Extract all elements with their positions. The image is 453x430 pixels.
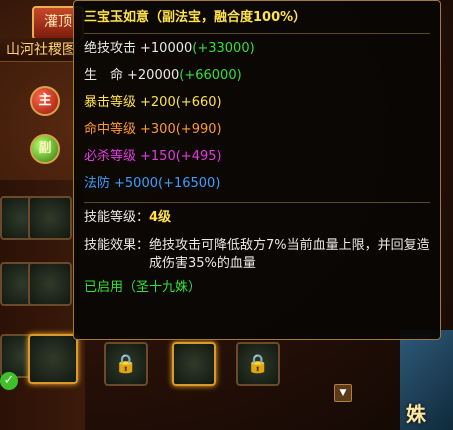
skill-level-row: 技能等级：4级	[84, 209, 430, 227]
stat-bonus: (+33000)	[192, 41, 255, 56]
stat-value: +10000	[140, 41, 193, 56]
stat-value: +300	[140, 122, 176, 137]
treasure-slot-gold[interactable]	[172, 342, 216, 386]
skill-level-label: 技能等级：	[84, 210, 150, 225]
divider	[84, 202, 430, 203]
skill-effect-label: 技能效果：	[84, 238, 150, 253]
locked-slot[interactable]: 🔒	[236, 342, 280, 386]
skill-effect-row: 技能效果： 绝技攻击可降低敌方7%当前血量上限，并回复造成伤害35%的血量	[84, 237, 430, 273]
skill-effect-text: 绝技攻击可降低敌方7%当前血量上限，并回复造成伤害35%的血量	[149, 238, 430, 271]
treasure-slot[interactable]	[28, 196, 72, 240]
stat-bonus: (+16500)	[158, 176, 221, 191]
treasure-tooltip: 三宝玉如意（副法宝，融合度100%） 绝技攻击 +10000(+33000) 生 命…	[73, 0, 441, 340]
stat-bonus: (+495)	[175, 149, 222, 164]
stat-label: 暴击等级	[84, 95, 137, 110]
stat-label: 法防	[84, 176, 111, 191]
main-treasure-orb[interactable]: 主	[30, 86, 60, 116]
skill-level-value: 4级	[149, 210, 172, 225]
tooltip-title: 三宝玉如意（副法宝，融合度100%）	[84, 10, 307, 25]
stat-row: 绝技攻击 +10000(+33000)	[84, 40, 430, 58]
treasure-slot-selected[interactable]	[28, 334, 78, 384]
divider	[84, 33, 430, 34]
enabled-status: 已启用（圣十九姝）	[84, 280, 202, 295]
lock-icon: 🔒	[114, 353, 138, 375]
stats-list: 绝技攻击 +10000(+33000) 生 命 +20000(+66000) 暴击等级 +…	[84, 40, 430, 193]
stat-row: 生 命 +20000(+66000)	[84, 67, 430, 85]
stat-row: 法防 +5000(+16500)	[84, 175, 430, 193]
stat-value: +20000	[127, 68, 180, 83]
stat-bonus: (+660)	[175, 95, 222, 110]
stat-label: 必杀等级	[84, 149, 137, 164]
lock-icon: 🔒	[246, 353, 270, 375]
locked-slot[interactable]: 🔒	[104, 342, 148, 386]
stat-row: 必杀等级 +150(+495)	[84, 148, 430, 166]
scroll-down-button[interactable]: ▼	[334, 384, 352, 402]
stat-bonus: (+66000)	[179, 68, 242, 83]
character-art-label: 姝	[406, 402, 426, 426]
stat-row: 暴击等级 +200(+660)	[84, 94, 430, 112]
stat-label: 绝技攻击	[84, 41, 137, 56]
stat-row: 命中等级 +300(+990)	[84, 121, 430, 139]
stat-label: 命中等级	[84, 122, 137, 137]
stat-label: 生 命	[84, 68, 124, 83]
stat-bonus: (+990)	[175, 122, 222, 137]
treasure-slot[interactable]	[28, 262, 72, 306]
panel-header: 山河社稷图	[0, 38, 80, 62]
stat-value: +5000	[114, 176, 158, 191]
stat-value: +200	[140, 95, 176, 110]
stat-value: +150	[140, 149, 176, 164]
check-icon: ✓	[0, 372, 18, 390]
sub-treasure-orb[interactable]: 副	[30, 134, 60, 164]
